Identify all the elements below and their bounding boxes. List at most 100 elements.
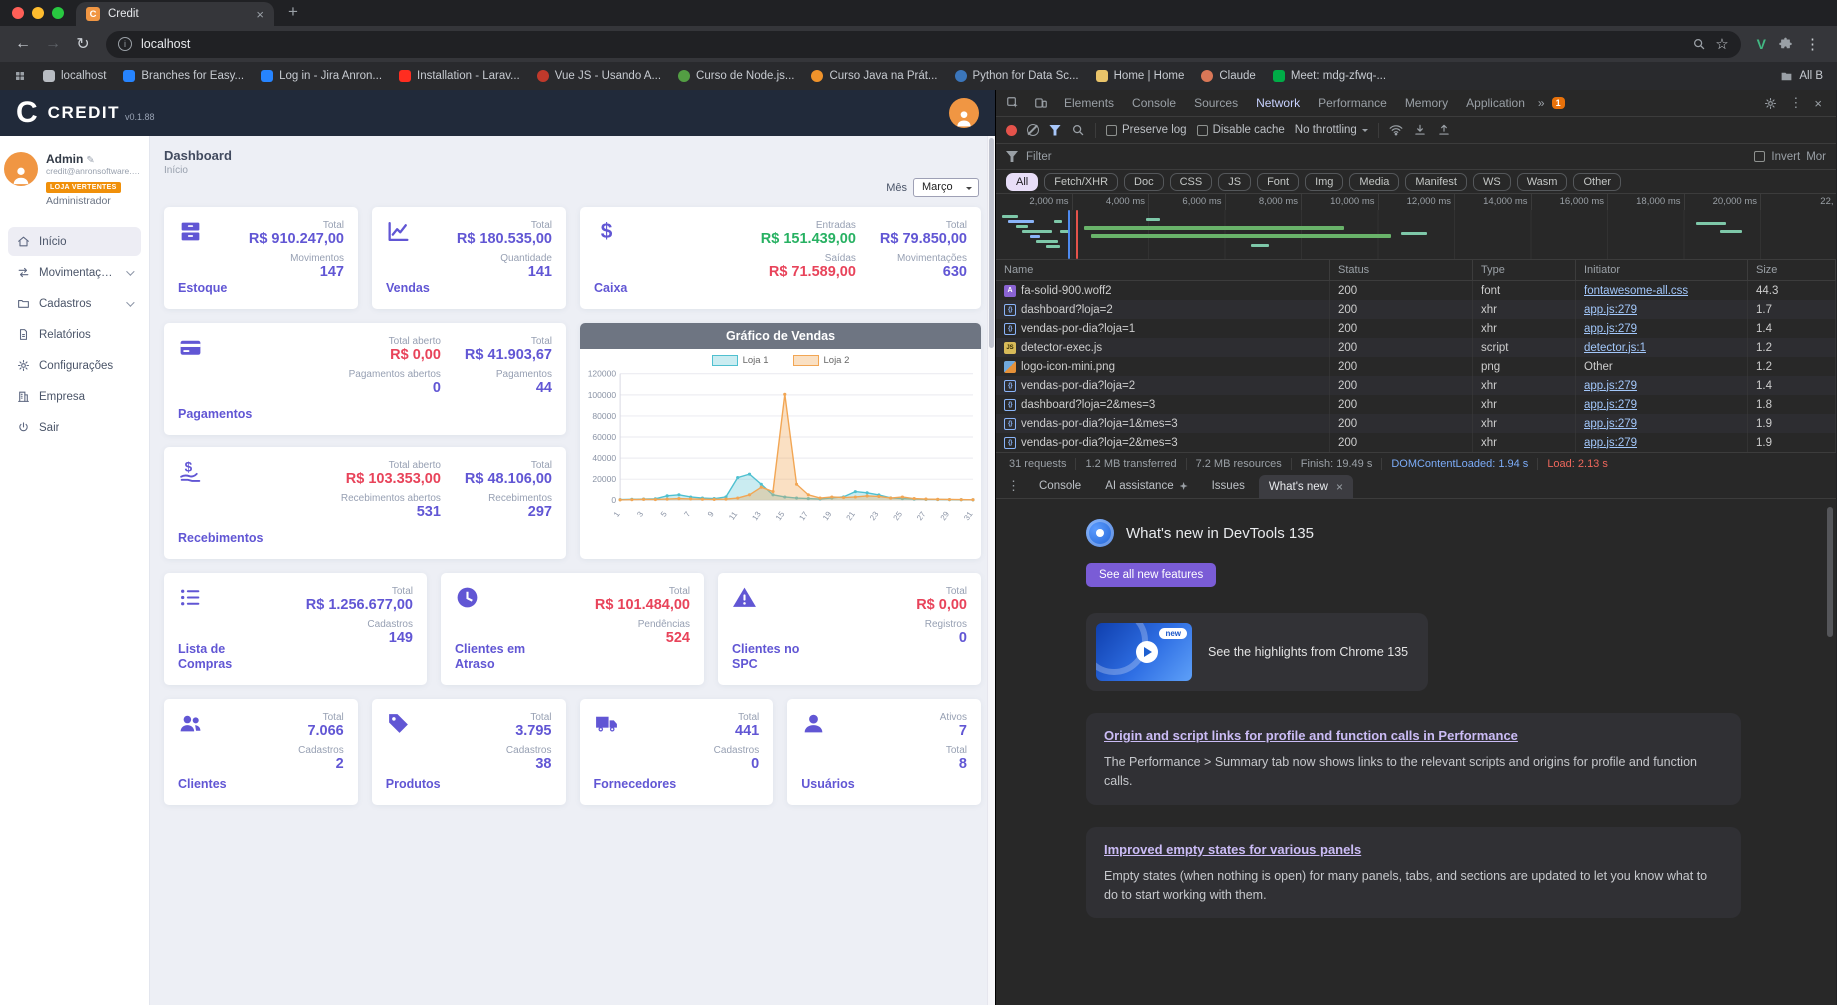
network-request-row[interactable]: detector-exec.js 200 script detector.js:… xyxy=(996,338,1836,357)
devtools-tab[interactable]: Performance xyxy=(1310,91,1395,115)
devtools-tab[interactable]: Memory xyxy=(1397,91,1456,115)
device-toolbar-icon[interactable] xyxy=(1028,93,1054,113)
devtools-close-icon[interactable]: × xyxy=(1814,96,1822,111)
bookmark-item[interactable]: Claude xyxy=(1201,70,1256,82)
export-har-icon[interactable] xyxy=(1437,123,1451,137)
search-icon[interactable] xyxy=(1071,123,1085,137)
bookmark-item[interactable]: Home | Home xyxy=(1095,70,1184,82)
edit-pencil-icon[interactable]: ✎ xyxy=(86,155,94,166)
close-icon[interactable]: × xyxy=(1336,480,1343,494)
filter-chip[interactable]: JS xyxy=(1218,172,1252,191)
app-scrollbar[interactable] xyxy=(987,136,995,1005)
all-bookmarks-folder[interactable]: All B xyxy=(1780,70,1823,83)
filter-chip[interactable]: Font xyxy=(1257,172,1300,191)
browser-menu-icon[interactable]: ⋮ xyxy=(1805,35,1821,53)
sidebar-item-relatorios[interactable]: Relatórios xyxy=(8,320,141,349)
new-tab-button[interactable]: + xyxy=(274,2,312,24)
devtools-tab[interactable]: Console xyxy=(1124,91,1184,115)
drawer-tab-ai-assistance[interactable]: AI assistance xyxy=(1095,477,1197,495)
filter-chip[interactable]: Fetch/XHR xyxy=(1044,172,1119,191)
sidebar-item-sair[interactable]: Sair xyxy=(8,413,141,442)
devtools-tab[interactable]: Network xyxy=(1248,91,1308,115)
user-avatar[interactable] xyxy=(949,98,979,128)
network-request-row[interactable]: vendas-por-dia?loja=2&mes=3 200 xhr app.… xyxy=(996,433,1836,452)
bookmark-item[interactable]: localhost xyxy=(43,70,106,82)
video-thumbnail[interactable]: new xyxy=(1096,623,1192,681)
column-type[interactable]: Type xyxy=(1473,260,1576,280)
browser-tab[interactable]: C Credit × xyxy=(76,2,274,26)
bookmark-item[interactable]: Python for Data Sc... xyxy=(954,70,1079,82)
filter-chip[interactable]: CSS xyxy=(1169,172,1213,191)
request-initiator-link[interactable]: fontawesome-all.css xyxy=(1584,285,1688,297)
column-name[interactable]: Name xyxy=(996,260,1330,280)
zoom-icon[interactable] xyxy=(1692,37,1706,51)
sidebar-item-configuracoes[interactable]: Configurações xyxy=(8,351,141,380)
column-status[interactable]: Status xyxy=(1330,260,1473,280)
section-title-link[interactable]: Origin and script links for profile and … xyxy=(1104,727,1723,745)
request-initiator-link[interactable]: app.js:279 xyxy=(1584,399,1637,411)
column-initiator[interactable]: Initiator xyxy=(1576,260,1748,280)
section-title-link[interactable]: Improved empty states for various panels xyxy=(1104,841,1723,859)
address-bar[interactable]: i localhost ☆ xyxy=(106,30,1741,58)
devtools-tab[interactable]: Application xyxy=(1458,91,1533,115)
column-size[interactable]: Size xyxy=(1748,260,1836,280)
devtools-menu-icon[interactable]: ⋮ xyxy=(1789,95,1802,111)
network-overview-waterfall[interactable] xyxy=(996,210,1836,260)
bookmark-star-icon[interactable]: ☆ xyxy=(1715,35,1728,53)
highlights-video-card[interactable]: new See the highlights from Chrome 135 xyxy=(1086,613,1429,691)
filter-chip[interactable]: Media xyxy=(1349,172,1400,191)
back-icon[interactable]: ← xyxy=(8,35,38,53)
sidebar-item-movimentacoes[interactable]: Movimentações xyxy=(8,258,141,287)
request-initiator-link[interactable]: app.js:279 xyxy=(1584,304,1637,316)
site-info-icon[interactable]: i xyxy=(118,37,132,51)
record-icon[interactable] xyxy=(1006,124,1017,136)
bookmark-item[interactable]: Curso de Node.js... xyxy=(678,70,794,82)
scrollbar-thumb[interactable] xyxy=(989,138,994,348)
bookmark-item[interactable]: Installation - Larav... xyxy=(399,70,520,82)
network-request-row[interactable]: dashboard?loja=2 200 xhr app.js:279 1.7 xyxy=(996,300,1836,319)
network-conditions-icon[interactable] xyxy=(1389,123,1403,137)
filter-chip[interactable]: Other xyxy=(1573,172,1621,191)
more-filters-label[interactable]: Mor xyxy=(1806,151,1826,163)
bookmark-item[interactable]: Curso Java na Prát... xyxy=(811,70,938,82)
see-all-new-features-button[interactable]: See all new features xyxy=(1086,563,1217,587)
filter-chip[interactable]: WS xyxy=(1472,172,1511,191)
forward-icon[interactable]: → xyxy=(38,35,68,53)
devtools-tab[interactable]: Sources xyxy=(1186,91,1246,115)
request-initiator-link[interactable]: Other xyxy=(1584,361,1613,373)
window-minimize-button[interactable] xyxy=(32,7,44,19)
network-request-row[interactable]: logo-icon-mini.png 200 png Other 1.2 xyxy=(996,357,1836,376)
sidebar-item-empresa[interactable]: Empresa xyxy=(8,382,141,411)
drawer-tab-issues[interactable]: Issues xyxy=(1202,477,1255,495)
bookmark-item[interactable]: Branches for Easy... xyxy=(123,70,244,82)
reload-icon[interactable]: ↻ xyxy=(68,34,98,54)
bookmark-item[interactable]: Log in - Jira Anron... xyxy=(261,70,382,82)
filter-chip[interactable]: Wasm xyxy=(1516,172,1568,191)
sidebar-item-cadastros[interactable]: Cadastros xyxy=(8,289,141,318)
filter-chip[interactable]: All xyxy=(1006,172,1039,191)
legend-item-loja2[interactable]: Loja 2 xyxy=(792,355,849,366)
disable-cache-checkbox[interactable]: Disable cache xyxy=(1196,124,1285,136)
devtools-settings-gear-icon[interactable] xyxy=(1764,97,1777,110)
filter-chip[interactable]: Manifest xyxy=(1405,172,1467,191)
drawer-menu-icon[interactable]: ⋮ xyxy=(1002,478,1025,494)
invert-checkbox[interactable] xyxy=(1754,151,1766,162)
filter-chip[interactable]: Doc xyxy=(1124,172,1164,191)
network-request-row[interactable]: dashboard?loja=2&mes=3 200 xhr app.js:27… xyxy=(996,395,1836,414)
month-select[interactable]: Março xyxy=(913,178,979,197)
request-initiator-link[interactable]: app.js:279 xyxy=(1584,418,1637,430)
warnings-badge[interactable]: 1 xyxy=(1551,97,1565,109)
drawer-scrollbar-thumb[interactable] xyxy=(1827,507,1833,637)
request-initiator-link[interactable]: app.js:279 xyxy=(1584,437,1637,449)
network-request-row[interactable]: vendas-por-dia?loja=2 200 xhr app.js:279… xyxy=(996,376,1836,395)
more-tabs-chevron[interactable]: » xyxy=(1535,96,1548,110)
tab-close-icon[interactable]: × xyxy=(256,8,264,21)
vue-devtools-extension-icon[interactable]: V xyxy=(1757,36,1766,52)
legend-item-loja1[interactable]: Loja 1 xyxy=(711,355,769,366)
drawer-tab-whats-new[interactable]: What's new × xyxy=(1258,474,1353,499)
filter-funnel-icon[interactable] xyxy=(1049,124,1061,136)
devtools-tab[interactable]: Elements xyxy=(1056,91,1122,115)
throttling-dropdown[interactable]: No throttling xyxy=(1295,124,1368,136)
play-icon[interactable] xyxy=(1136,641,1158,663)
preserve-log-checkbox[interactable]: Preserve log xyxy=(1106,124,1187,136)
